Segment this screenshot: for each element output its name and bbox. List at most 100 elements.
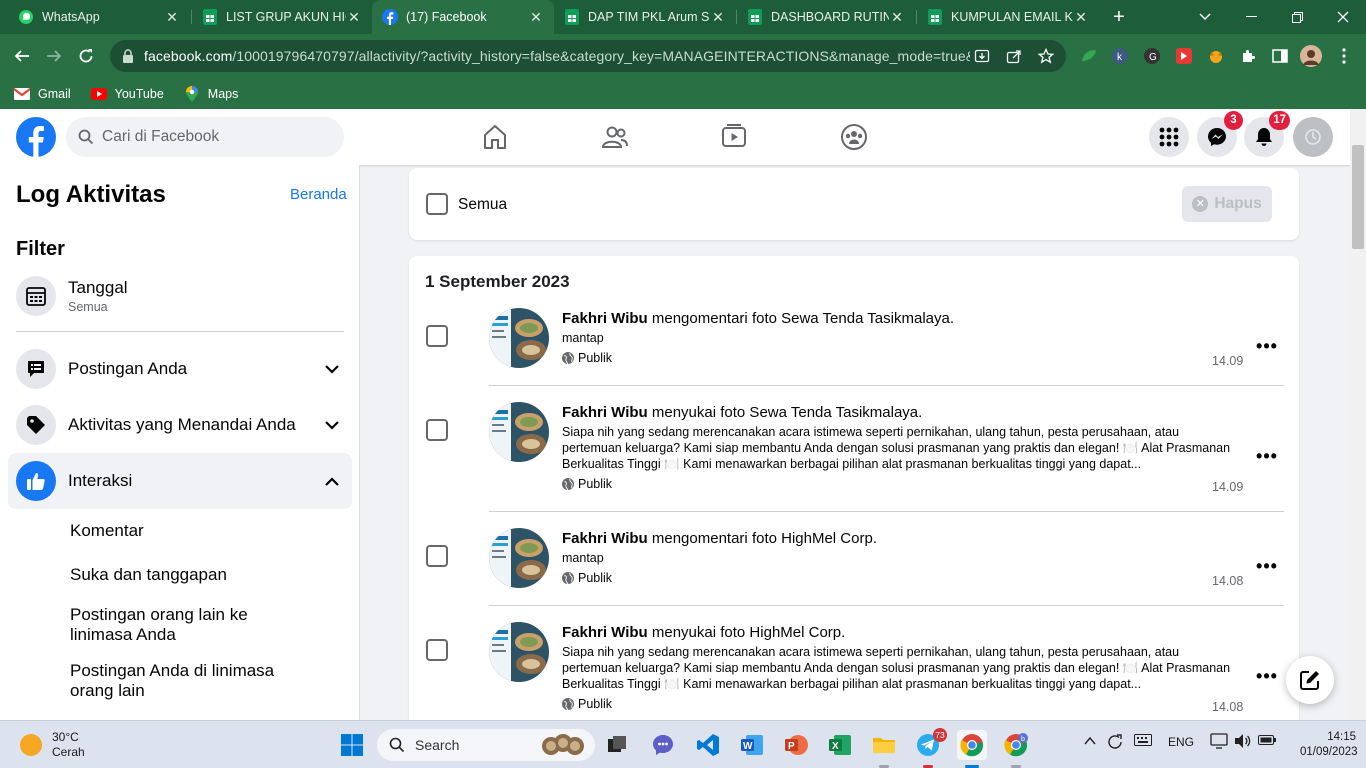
vscode-icon[interactable] [693, 730, 723, 760]
tab-facebook[interactable]: (17) Facebook ✕ [372, 0, 554, 34]
date-filter[interactable]: Tanggal Semua [8, 268, 352, 324]
minimize-button[interactable] [1228, 0, 1274, 34]
telegram-icon[interactable]: 73 [913, 728, 947, 768]
new-message-button[interactable] [1286, 656, 1334, 704]
sub-item-suka[interactable]: Suka dan tanggapan [70, 565, 300, 585]
weather-widget[interactable]: 30°C Cerah [20, 730, 85, 760]
close-tab-icon[interactable]: ✕ [346, 9, 362, 26]
delete-button[interactable]: ✕ Hapus [1182, 186, 1272, 222]
tab-dashboard[interactable]: DASHBOARD RUTINIT ✕ [737, 0, 915, 34]
more-options-icon[interactable]: ••• [1255, 664, 1279, 688]
excel-icon[interactable]: X [825, 730, 855, 760]
entry-checkbox[interactable] [426, 639, 448, 661]
entry-checkbox[interactable] [426, 325, 448, 347]
tab-dap-tim[interactable]: DAP TIM PKL Arum Sa ✕ [554, 0, 736, 34]
chrome-profile-b-icon[interactable]: b [1001, 730, 1031, 768]
svg-text:G: G [1149, 52, 1157, 63]
more-options-icon[interactable]: ••• [1255, 334, 1279, 358]
extension-g-icon[interactable]: G [1141, 45, 1163, 67]
network-icon[interactable] [1210, 733, 1228, 752]
close-tab-icon[interactable]: ✕ [164, 9, 180, 26]
extension-red-icon[interactable] [1173, 45, 1195, 67]
sync-icon[interactable] [1106, 733, 1124, 754]
side-panel-icon[interactable] [1269, 45, 1291, 67]
bookmark-gmail[interactable]: Gmail [14, 86, 71, 102]
tab-list-grup[interactable]: LIST GRUP AKUN HIGH ✕ [192, 0, 372, 34]
sub-item-postingan-anda-di-linimasa[interactable]: Postingan Anda di linimasa orang lain [70, 661, 300, 701]
extension-fox-icon[interactable] [1205, 45, 1227, 67]
select-all-checkbox[interactable] [426, 193, 448, 215]
back-button[interactable] [11, 45, 33, 67]
profile-avatar-icon[interactable] [1300, 45, 1322, 67]
account-avatar-button[interactable] [1293, 117, 1333, 157]
bookmark-star-icon[interactable] [1034, 44, 1058, 68]
forward-button[interactable] [43, 45, 65, 67]
search-input[interactable] [102, 128, 322, 146]
section-interaksi[interactable]: Interaksi [8, 453, 352, 509]
nav-groups-icon[interactable] [834, 117, 874, 157]
post-thumbnail[interactable] [489, 308, 549, 368]
tab-whatsapp[interactable]: WhatsApp ✕ [8, 0, 190, 34]
more-options-icon[interactable]: ••• [1255, 444, 1279, 468]
more-options-icon[interactable]: ••• [1255, 554, 1279, 578]
share-icon[interactable] [1002, 44, 1026, 68]
show-hidden-icons-chevron-icon[interactable] [1083, 734, 1097, 751]
facebook-search-box[interactable] [66, 117, 344, 157]
start-button[interactable] [337, 730, 367, 760]
entry-time: 14.09 [1212, 354, 1244, 368]
nav-friends-icon[interactable] [595, 117, 635, 157]
extension-green-icon[interactable] [1078, 45, 1100, 67]
close-window-button[interactable] [1320, 0, 1366, 34]
language-indicator[interactable]: ENG [1168, 735, 1194, 749]
entry-title[interactable]: Fakhri Wibu menyukai foto HighMel Corp. [562, 624, 845, 641]
word-icon[interactable]: W [737, 730, 767, 760]
entry-checkbox[interactable] [426, 545, 448, 567]
keyboard-icon[interactable] [1134, 733, 1152, 750]
entry-title[interactable]: Fakhri Wibu menyukai foto Sewa Tenda Tas… [562, 404, 922, 421]
close-tab-icon[interactable]: ✕ [528, 9, 544, 26]
powerpoint-icon[interactable]: P [781, 730, 811, 760]
bookmark-maps[interactable]: Maps [184, 85, 238, 102]
taskbar-search[interactable]: Search [377, 729, 595, 761]
section-postingan-anda[interactable]: Postingan Anda [8, 341, 352, 397]
messenger-button[interactable]: 3 [1197, 111, 1243, 157]
sub-item-postingan-orang-lain[interactable]: Postingan orang lain ke linimasa Anda [70, 605, 300, 645]
nav-watch-icon[interactable] [714, 117, 754, 157]
entry-title[interactable]: Fakhri Wibu mengomentari foto Sewa Tenda… [562, 310, 954, 327]
task-view-icon[interactable] [602, 730, 632, 760]
post-thumbnail[interactable] [489, 402, 549, 462]
install-app-icon[interactable] [970, 44, 994, 68]
extension-k-icon[interactable]: k [1109, 45, 1131, 67]
post-thumbnail[interactable] [489, 528, 549, 588]
new-tab-button[interactable]: + [1108, 6, 1130, 28]
tab-kumpulan-email[interactable]: KUMPULAN EMAIL KU ✕ [917, 0, 1099, 34]
teams-chat-icon[interactable] [648, 730, 678, 760]
system-clock[interactable]: 14:15 01/09/2023 [1300, 730, 1358, 760]
close-tab-icon[interactable]: ✕ [1073, 9, 1089, 26]
file-explorer-icon[interactable] [869, 730, 899, 768]
scrollbar-thumb[interactable] [1352, 145, 1364, 249]
close-tab-icon[interactable]: ✕ [889, 9, 905, 26]
close-tab-icon[interactable]: ✕ [710, 9, 726, 26]
chrome-menu-icon[interactable] [1333, 45, 1355, 67]
entry-title[interactable]: Fakhri Wibu mengomentari foto HighMel Co… [562, 530, 877, 547]
sub-item-komentar[interactable]: Komentar [70, 521, 300, 541]
section-aktivitas-menandai[interactable]: Aktivitas yang Menandai Anda [8, 397, 352, 453]
tab-search-chevron-icon[interactable] [1182, 0, 1228, 34]
reload-button[interactable] [75, 45, 97, 67]
restore-button[interactable] [1274, 0, 1320, 34]
menu-grid-button[interactable] [1149, 117, 1189, 157]
home-link[interactable]: Beranda [290, 186, 347, 203]
bookmark-youtube[interactable]: YouTube [90, 86, 164, 102]
nav-home-icon[interactable] [475, 117, 515, 157]
address-bar[interactable]: facebook.com/100019796470797/allactivity… [110, 40, 1066, 72]
battery-icon[interactable] [1258, 734, 1276, 749]
notifications-button[interactable]: 17 [1244, 111, 1290, 157]
facebook-logo-icon[interactable] [16, 117, 56, 157]
chrome-icon[interactable] [957, 730, 987, 768]
post-thumbnail[interactable] [489, 622, 549, 682]
volume-icon[interactable] [1234, 733, 1252, 752]
entry-checkbox[interactable] [426, 419, 448, 441]
extensions-puzzle-icon[interactable] [1237, 45, 1259, 67]
globe-icon [562, 572, 574, 584]
